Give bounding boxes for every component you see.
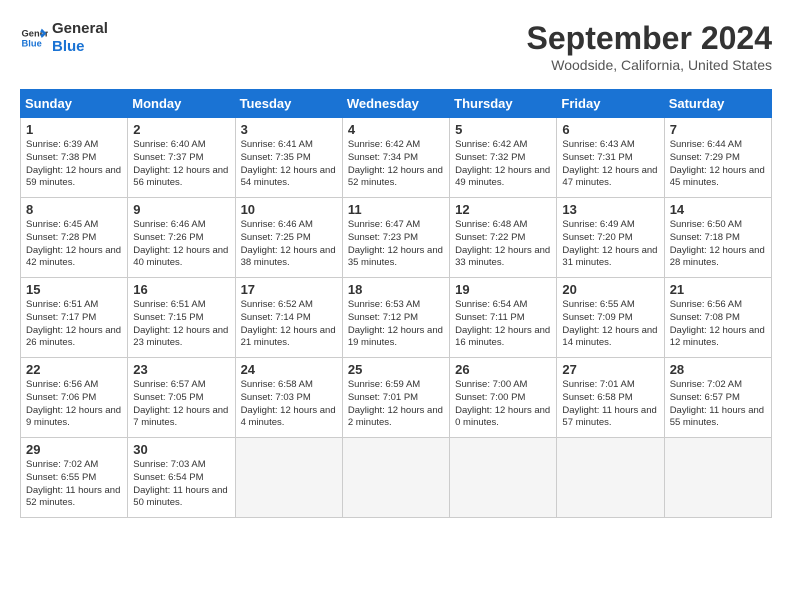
- table-row: [450, 438, 557, 518]
- col-thursday: Thursday: [450, 90, 557, 118]
- table-row: [342, 438, 449, 518]
- table-row: 7 Sunrise: 6:44 AMSunset: 7:29 PMDayligh…: [664, 118, 771, 198]
- col-wednesday: Wednesday: [342, 90, 449, 118]
- table-row: 28 Sunrise: 7:02 AMSunset: 6:57 PMDaylig…: [664, 358, 771, 438]
- calendar-week-0: 1 Sunrise: 6:39 AMSunset: 7:38 PMDayligh…: [21, 118, 772, 198]
- logo-line2: Blue: [52, 38, 108, 56]
- calendar-week-1: 8 Sunrise: 6:45 AMSunset: 7:28 PMDayligh…: [21, 198, 772, 278]
- logo-line1: General: [52, 20, 108, 38]
- logo: General Blue General Blue: [20, 20, 108, 56]
- location: Woodside, California, United States: [527, 57, 772, 73]
- table-row: 20 Sunrise: 6:55 AMSunset: 7:09 PMDaylig…: [557, 278, 664, 358]
- table-row: 22 Sunrise: 6:56 AMSunset: 7:06 PMDaylig…: [21, 358, 128, 438]
- calendar-week-2: 15 Sunrise: 6:51 AMSunset: 7:17 PMDaylig…: [21, 278, 772, 358]
- col-tuesday: Tuesday: [235, 90, 342, 118]
- table-row: [557, 438, 664, 518]
- calendar-week-4: 29 Sunrise: 7:02 AMSunset: 6:55 PMDaylig…: [21, 438, 772, 518]
- table-row: [664, 438, 771, 518]
- table-row: 16 Sunrise: 6:51 AMSunset: 7:15 PMDaylig…: [128, 278, 235, 358]
- month-title: September 2024: [527, 20, 772, 57]
- table-row: 6 Sunrise: 6:43 AMSunset: 7:31 PMDayligh…: [557, 118, 664, 198]
- table-row: 10 Sunrise: 6:46 AMSunset: 7:25 PMDaylig…: [235, 198, 342, 278]
- col-friday: Friday: [557, 90, 664, 118]
- table-row: 2 Sunrise: 6:40 AMSunset: 7:37 PMDayligh…: [128, 118, 235, 198]
- table-row: 8 Sunrise: 6:45 AMSunset: 7:28 PMDayligh…: [21, 198, 128, 278]
- table-row: 30 Sunrise: 7:03 AMSunset: 6:54 PMDaylig…: [128, 438, 235, 518]
- table-row: 25 Sunrise: 6:59 AMSunset: 7:01 PMDaylig…: [342, 358, 449, 438]
- table-row: 9 Sunrise: 6:46 AMSunset: 7:26 PMDayligh…: [128, 198, 235, 278]
- table-row: 24 Sunrise: 6:58 AMSunset: 7:03 PMDaylig…: [235, 358, 342, 438]
- table-row: 5 Sunrise: 6:42 AMSunset: 7:32 PMDayligh…: [450, 118, 557, 198]
- col-sunday: Sunday: [21, 90, 128, 118]
- calendar-week-3: 22 Sunrise: 6:56 AMSunset: 7:06 PMDaylig…: [21, 358, 772, 438]
- table-row: 23 Sunrise: 6:57 AMSunset: 7:05 PMDaylig…: [128, 358, 235, 438]
- table-row: 27 Sunrise: 7:01 AMSunset: 6:58 PMDaylig…: [557, 358, 664, 438]
- table-row: 26 Sunrise: 7:00 AMSunset: 7:00 PMDaylig…: [450, 358, 557, 438]
- table-row: 21 Sunrise: 6:56 AMSunset: 7:08 PMDaylig…: [664, 278, 771, 358]
- table-row: 17 Sunrise: 6:52 AMSunset: 7:14 PMDaylig…: [235, 278, 342, 358]
- calendar-table: Sunday Monday Tuesday Wednesday Thursday…: [20, 89, 772, 518]
- table-row: 4 Sunrise: 6:42 AMSunset: 7:34 PMDayligh…: [342, 118, 449, 198]
- table-row: [235, 438, 342, 518]
- title-block: September 2024 Woodside, California, Uni…: [527, 20, 772, 73]
- table-row: 1 Sunrise: 6:39 AMSunset: 7:38 PMDayligh…: [21, 118, 128, 198]
- table-row: 15 Sunrise: 6:51 AMSunset: 7:17 PMDaylig…: [21, 278, 128, 358]
- table-row: 29 Sunrise: 7:02 AMSunset: 6:55 PMDaylig…: [21, 438, 128, 518]
- calendar-header-row: Sunday Monday Tuesday Wednesday Thursday…: [21, 90, 772, 118]
- table-row: 3 Sunrise: 6:41 AMSunset: 7:35 PMDayligh…: [235, 118, 342, 198]
- table-row: 11 Sunrise: 6:47 AMSunset: 7:23 PMDaylig…: [342, 198, 449, 278]
- col-saturday: Saturday: [664, 90, 771, 118]
- table-row: 12 Sunrise: 6:48 AMSunset: 7:22 PMDaylig…: [450, 198, 557, 278]
- table-row: 19 Sunrise: 6:54 AMSunset: 7:11 PMDaylig…: [450, 278, 557, 358]
- svg-text:Blue: Blue: [22, 39, 42, 49]
- table-row: 18 Sunrise: 6:53 AMSunset: 7:12 PMDaylig…: [342, 278, 449, 358]
- logo-icon: General Blue: [20, 24, 48, 52]
- table-row: 14 Sunrise: 6:50 AMSunset: 7:18 PMDaylig…: [664, 198, 771, 278]
- page-header: General Blue General Blue September 2024…: [20, 20, 772, 73]
- table-row: 13 Sunrise: 6:49 AMSunset: 7:20 PMDaylig…: [557, 198, 664, 278]
- col-monday: Monday: [128, 90, 235, 118]
